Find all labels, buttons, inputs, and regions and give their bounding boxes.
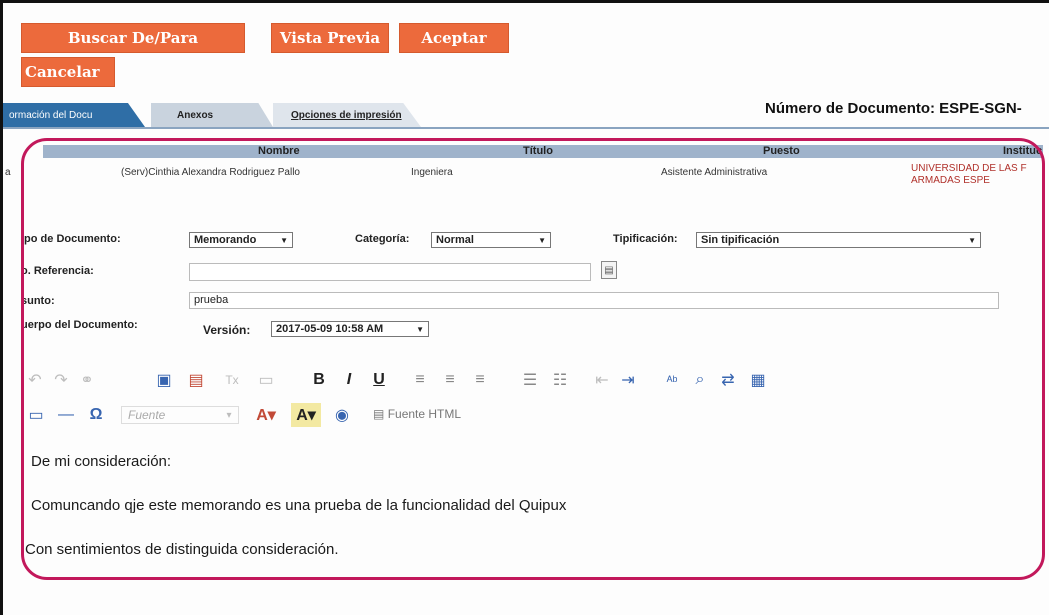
table-icon[interactable]: ▦	[747, 368, 769, 392]
header-titulo: Título	[523, 145, 553, 157]
paste-word-icon[interactable]: ▤	[185, 368, 207, 392]
chevron-down-icon: ▼	[968, 235, 976, 245]
source-html-button[interactable]: ▤ Fuente HTML	[373, 407, 461, 425]
recipient-puesto: Asistente Administrativa	[661, 167, 768, 178]
buscar-de-para-button[interactable]: Buscar De/Para	[21, 23, 245, 53]
recipient-nombre: (Serv)Cinthia Alexandra Rodriguez Pallo	[121, 167, 300, 178]
tipo-documento-value: Memorando	[194, 234, 257, 246]
font-select-placeholder: Fuente	[128, 408, 166, 422]
align-right-icon[interactable]: ≡	[469, 368, 491, 392]
recipients-header: Nombre Título Puesto Instituc	[43, 145, 1043, 158]
background-color-icon[interactable]: A▾	[291, 403, 321, 427]
recipient-institucion-line2: ARMADAS ESPE	[911, 175, 990, 186]
asunto-input[interactable]: prueba	[189, 292, 999, 309]
categoria-select[interactable]: Normal ▼	[431, 232, 551, 248]
undo-icon[interactable]: ↶	[25, 368, 45, 392]
redo-icon[interactable]: ↷	[51, 368, 71, 392]
categoria-value: Normal	[436, 234, 474, 246]
recipient-row: a (Serv)Cinthia Alexandra Rodriguez Pall…	[3, 163, 1049, 193]
spellcheck-icon[interactable]: ᴬᵇ	[661, 368, 683, 392]
chevron-down-icon: ▼	[416, 324, 424, 334]
body-line-greeting: De mi consideración:	[31, 453, 172, 470]
tipo-documento-select[interactable]: Memorando ▼	[189, 232, 293, 248]
align-center-icon[interactable]: ≡	[439, 368, 461, 392]
row-marker: a	[5, 167, 11, 178]
cuerpo-documento-label: uerpo del Documento:	[21, 319, 138, 331]
version-value: 2017-05-09 10:58 AM	[276, 323, 384, 335]
asunto-label: sunto:	[21, 295, 55, 307]
source-html-icon: ▤	[373, 407, 385, 421]
tab-informacion-documento[interactable]: ormación del Docu	[3, 103, 145, 127]
recipient-institucion-line1: UNIVERSIDAD DE LAS F	[911, 163, 1027, 174]
link-icon[interactable]: ⚭	[77, 368, 97, 392]
chevron-down-icon[interactable]: ▾	[219, 403, 239, 427]
body-line-closing: Con sentimientos de distinguida consider…	[25, 541, 339, 558]
numbered-list-icon[interactable]: ☰	[519, 368, 541, 392]
web-link-icon[interactable]: ◉	[331, 403, 353, 427]
document-number: Número de Documento: ESPE-SGN-	[765, 100, 1022, 117]
categoria-label: Categoría:	[355, 233, 410, 245]
bullet-list-icon[interactable]: ☷	[549, 368, 571, 392]
tipificacion-select[interactable]: Sin tipificación ▼	[696, 232, 981, 248]
tipificacion-label: Tipificación:	[613, 233, 678, 245]
aceptar-button[interactable]: Aceptar	[399, 23, 509, 53]
horizontal-rule-icon[interactable]: ▭	[25, 403, 47, 427]
editor-toolbar-row-1: ↶ ↷ ⚭ ▣ ▤ Tx ▭ B I U ≡ ≡ ≡ ☰ ☷ ⇤ ⇥ ᴬᵇ ⌕ …	[25, 368, 825, 394]
editor-toolbar-row-2: ▭ — Ω Fuente ▾ A▾ A▾ ◉ ▤ Fuente HTML	[25, 403, 525, 429]
underline-icon[interactable]: U	[369, 368, 389, 392]
body-line-message: Comuncando qje este memorando es una pru…	[31, 497, 567, 514]
line-icon[interactable]: —	[55, 403, 77, 427]
tabs-divider	[3, 127, 1049, 129]
find-icon[interactable]: ⌕	[689, 368, 711, 392]
header-nombre: Nombre	[258, 145, 300, 157]
replace-icon[interactable]: ⇄	[717, 368, 739, 392]
document-window: Buscar De/Para Vista Previa Aceptar Canc…	[0, 0, 1049, 615]
version-label: Versión:	[203, 323, 251, 337]
header-puesto: Puesto	[763, 145, 800, 157]
paste-text-icon[interactable]: ▣	[153, 368, 175, 392]
align-left-icon[interactable]: ≡	[409, 368, 431, 392]
document-search-icon[interactable]: ▤	[601, 261, 617, 279]
italic-icon[interactable]: I	[339, 368, 359, 392]
tipo-documento-label: ipo de Documento:	[21, 233, 121, 245]
recipient-titulo: Ingeniera	[411, 167, 453, 178]
referencia-label: o. Referencia:	[21, 265, 94, 277]
styles-icon[interactable]: ▭	[255, 368, 277, 392]
chevron-down-icon: ▼	[280, 235, 288, 245]
text-color-icon[interactable]: A▾	[251, 403, 281, 427]
outdent-icon[interactable]: ⇤	[591, 368, 613, 392]
tab-anexos[interactable]: Anexos	[151, 103, 273, 127]
cancelar-button[interactable]: Cancelar	[21, 57, 115, 87]
tab-opciones-impresion[interactable]: Opciones de impresión	[273, 103, 421, 127]
version-select[interactable]: 2017-05-09 10:58 AM ▼	[271, 321, 429, 337]
source-html-label: Fuente HTML	[387, 407, 462, 421]
clear-format-icon[interactable]: Tx	[221, 368, 243, 392]
chevron-down-icon: ▼	[538, 235, 546, 245]
referencia-input[interactable]	[189, 263, 591, 281]
vista-previa-button[interactable]: Vista Previa	[271, 23, 389, 53]
special-character-icon[interactable]: Ω	[85, 403, 107, 427]
tipificacion-value: Sin tipificación	[701, 234, 780, 246]
bold-icon[interactable]: B	[309, 368, 329, 392]
header-institucion: Instituc	[1003, 145, 1043, 157]
indent-icon[interactable]: ⇥	[617, 368, 639, 392]
